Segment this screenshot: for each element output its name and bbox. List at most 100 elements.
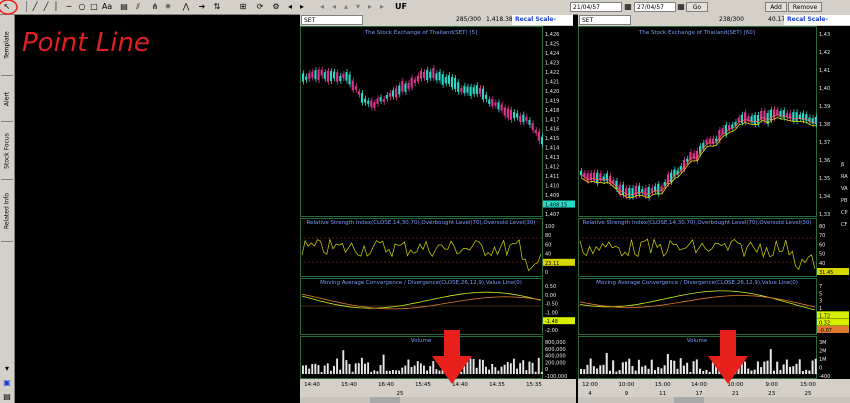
uf-button[interactable]: UF — [395, 1, 407, 12]
volume-tick: 800,000 — [545, 340, 566, 346]
volume-bar — [478, 359, 481, 374]
volume-bar — [580, 368, 583, 374]
volume-bar — [537, 357, 540, 374]
panel1-symbol[interactable]: SET — [301, 15, 363, 25]
add-button[interactable]: Add — [765, 2, 787, 12]
back-icon[interactable]: ◂ — [286, 1, 294, 12]
measure-icon[interactable]: ⇅ — [212, 1, 222, 12]
candle — [740, 114, 744, 123]
volume-bar — [766, 360, 769, 374]
panel1-recal[interactable]: Recal Scale-Linear — [512, 15, 573, 33]
settings-icon[interactable]: ⚙ — [270, 1, 282, 12]
candle — [772, 109, 776, 119]
macd-tick: 0.50 — [545, 284, 556, 290]
nav-down-icon[interactable]: ▾ — [354, 1, 362, 12]
nav-up-icon[interactable]: ▴ — [342, 1, 350, 12]
volume-bar — [699, 368, 702, 374]
arrow-icon[interactable]: ➔ — [196, 1, 208, 12]
candle — [695, 150, 698, 162]
volume-bar — [364, 363, 366, 374]
nav-prev-icon[interactable]: ◂ — [330, 1, 338, 12]
rectangle-icon[interactable]: □ — [89, 1, 99, 12]
panel2-symbol[interactable]: SET — [579, 15, 631, 25]
calendar-icon[interactable]: ▦ — [677, 1, 685, 12]
volume-bar — [475, 367, 478, 374]
panel2-recal[interactable]: Recal Scale-Linear — [784, 15, 850, 33]
scrollbar-thumb — [370, 397, 400, 403]
price-tick: 1,421 — [545, 79, 559, 85]
pane-frame — [578, 218, 817, 277]
sidebar-tab-related-info[interactable]: Related Info — [1, 181, 13, 242]
date-from-input[interactable]: 21/04/57 — [570, 2, 622, 12]
candle — [497, 102, 500, 110]
candle — [650, 188, 653, 192]
sidebar-tab-template[interactable]: Template — [1, 15, 13, 76]
pitchfork-icon[interactable]: ⋔ — [150, 1, 160, 12]
volume-bar — [426, 370, 429, 374]
candle — [438, 71, 441, 81]
horizontal-line-icon[interactable]: ─ — [63, 1, 75, 12]
candle — [314, 70, 317, 80]
volume-bar — [679, 358, 682, 374]
volume-bar — [497, 370, 500, 374]
volume-bar — [657, 367, 660, 374]
calendar-icon[interactable]: ▦ — [624, 1, 632, 12]
candle — [447, 75, 450, 84]
fibonacci-icon[interactable]: ▤ — [118, 1, 130, 12]
ray-icon[interactable]: ╱ — [41, 1, 51, 12]
side-letter: β — [841, 162, 844, 168]
nav-first-icon[interactable]: ◂ — [318, 1, 326, 12]
panel1-chart[interactable]: The Stock Exchange of Thailand(SET) [5] R… — [300, 26, 576, 403]
volume-bar — [308, 368, 311, 374]
trend-icon[interactable]: ⋀ — [180, 1, 192, 12]
candle — [580, 170, 583, 176]
candle — [395, 88, 398, 98]
date-to-input[interactable]: 27/04/57 — [634, 2, 676, 12]
candle — [336, 72, 339, 82]
circle-icon[interactable]: ○ — [77, 1, 87, 12]
candle — [792, 112, 795, 121]
time-label: 10:00 — [618, 382, 634, 388]
panel2-chart[interactable]: The Stock Exchange of Thailand(SET) [60]… — [578, 26, 850, 403]
candle — [472, 87, 475, 94]
vertical-line-icon[interactable]: │ — [52, 1, 60, 12]
candle — [382, 98, 385, 102]
text-icon[interactable]: Aa — [101, 1, 113, 12]
candle — [727, 125, 731, 130]
volume-bar — [500, 366, 503, 374]
candle — [391, 90, 395, 97]
gann-icon[interactable]: ✳ — [163, 1, 173, 12]
date-label: 23 — [768, 391, 775, 397]
sidebar-tab-alert[interactable]: Alert — [1, 77, 13, 122]
volume-bar — [708, 371, 711, 374]
price-tick: 1,36 — [819, 158, 830, 164]
sync-icon[interactable]: ⟳ — [254, 1, 266, 12]
volume-bar — [618, 370, 621, 374]
pin-icon[interactable]: ▾ — [2, 363, 12, 374]
go-button[interactable]: Go — [686, 2, 708, 12]
save-icon[interactable]: ▣ — [2, 377, 12, 388]
volume-bar — [689, 371, 692, 374]
nav-last-icon[interactable]: ▸ — [378, 1, 386, 12]
print-icon[interactable]: ▤ — [2, 391, 12, 402]
volume-bar — [670, 360, 673, 374]
price-tick: 1,418 — [545, 108, 559, 114]
line-icon[interactable]: ╱ — [30, 1, 40, 12]
volume-bar — [760, 367, 763, 374]
zoom-icon[interactable]: ⊞ — [237, 1, 249, 12]
rsi-tick: 50 — [819, 252, 825, 258]
channel-icon[interactable]: ⫽ — [132, 1, 144, 12]
nav-next-icon[interactable]: ▸ — [366, 1, 374, 12]
macd-tick: 5 — [819, 291, 822, 297]
volume-tick: 0 — [819, 366, 822, 372]
remove-button[interactable]: Remove — [788, 2, 822, 12]
macd-tick: -0.07 — [819, 328, 832, 334]
price-tick: 1,43 — [819, 32, 830, 38]
candle — [398, 85, 401, 95]
forward-icon[interactable]: ▸ — [298, 1, 306, 12]
price-tick: 1,35 — [819, 176, 830, 182]
rsi-tick: 60 — [545, 242, 551, 248]
sidebar-tab-stock-focus[interactable]: Stock Focus — [1, 123, 13, 180]
rsi-title: Relative Strength Index(CLOSE,14,30,70),… — [583, 220, 812, 226]
volume-bar — [345, 360, 348, 374]
